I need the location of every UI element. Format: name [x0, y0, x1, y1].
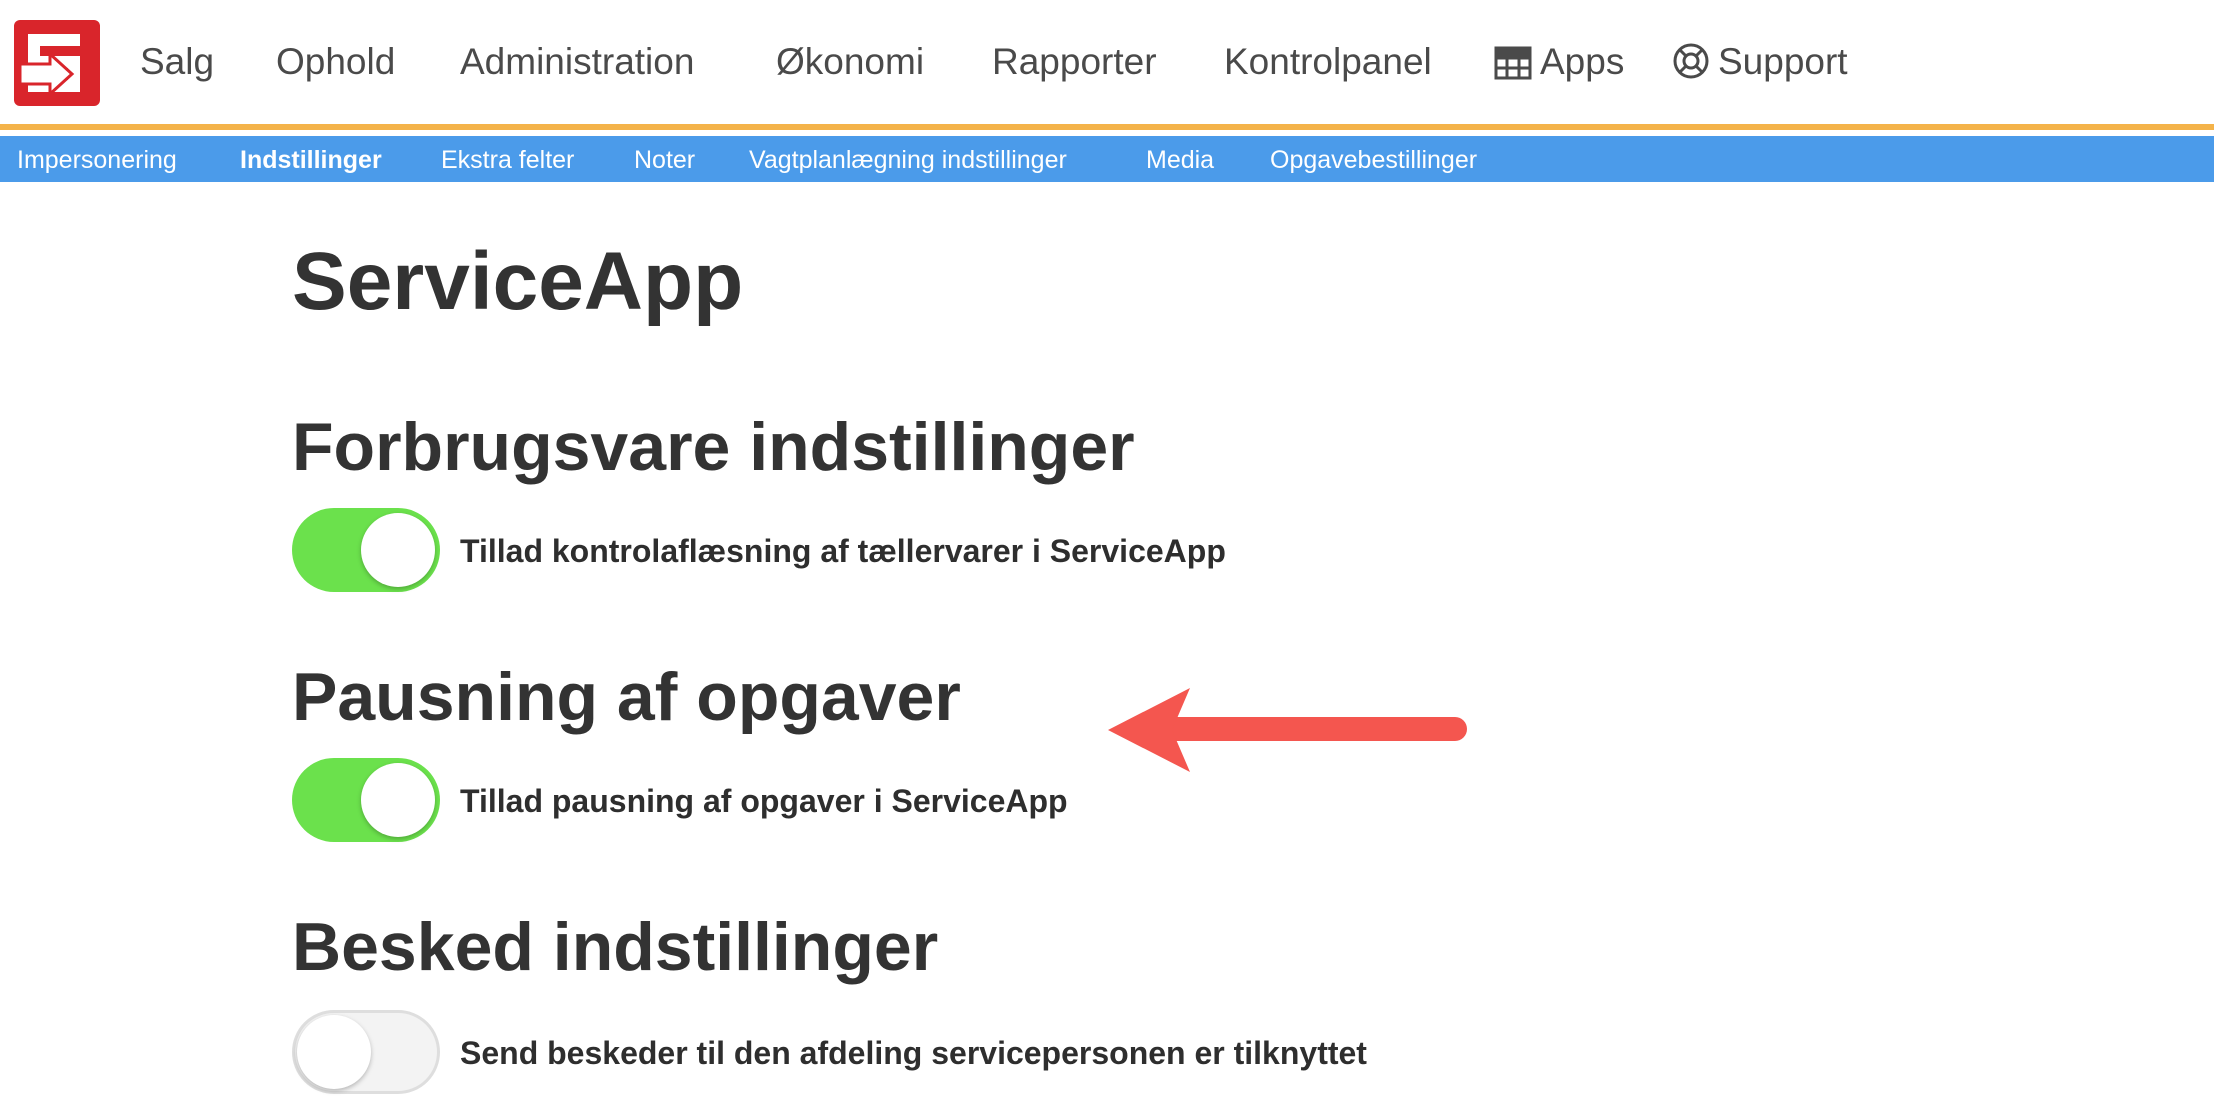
subnav-vagtplanlaegning[interactable]: Vagtplanlægning indstillinger	[749, 145, 1067, 175]
toggle-knob	[297, 1015, 371, 1089]
toggle-besked[interactable]	[292, 1010, 440, 1094]
nav-support[interactable]: Support	[1672, 38, 1848, 86]
subnav-noter[interactable]: Noter	[634, 145, 695, 175]
section-title-pausning: Pausning af opgaver	[292, 659, 961, 735]
subnav-impersonering[interactable]: Impersonering	[17, 145, 177, 175]
subnav-indstillinger[interactable]: Indstillinger	[240, 145, 382, 175]
toggle-knob	[361, 513, 435, 587]
toggle-pausning[interactable]	[292, 758, 440, 842]
subnav-ekstra-felter[interactable]: Ekstra felter	[441, 145, 574, 175]
nav-salg[interactable]: Salg	[140, 38, 214, 86]
sub-navbar: Impersonering Indstillinger Ekstra felte…	[0, 136, 2214, 182]
nav-apps[interactable]: Apps	[1494, 38, 1624, 86]
subnav-media[interactable]: Media	[1146, 145, 1214, 175]
lifebuoy-icon	[1673, 43, 1709, 79]
nav-kontrolpanel[interactable]: Kontrolpanel	[1224, 38, 1432, 86]
annotation-arrow-icon	[1108, 688, 1467, 772]
subnav-opgavebestillinger[interactable]: Opgavebestillinger	[1270, 145, 1477, 175]
toggle-label-besked: Send beskeder til den afdeling servicepe…	[460, 1035, 1367, 1071]
page-title: ServiceApp	[292, 236, 744, 327]
toggle-knob	[361, 763, 435, 837]
nav-ophold[interactable]: Ophold	[276, 38, 395, 86]
nav-okonomi[interactable]: Økonomi	[776, 38, 924, 86]
toggle-forbrugsvare[interactable]	[292, 508, 440, 592]
nav-administration[interactable]: Administration	[460, 38, 694, 86]
section-title-forbrugsvare: Forbrugsvare indstillinger	[292, 409, 1135, 485]
logo[interactable]	[14, 20, 100, 106]
top-navbar: Salg Ophold Administration Økonomi Rappo…	[0, 0, 2214, 130]
nav-support-label: Support	[1718, 41, 1848, 82]
section-title-besked: Besked indstillinger	[292, 909, 939, 985]
logo-icon	[18, 34, 80, 98]
nav-apps-label: Apps	[1540, 41, 1625, 82]
nav-rapporter[interactable]: Rapporter	[992, 38, 1157, 86]
grid-icon	[1494, 46, 1532, 80]
toggle-label-forbrugsvare: Tillad kontrolaflæsning af tællervarer i…	[460, 533, 1226, 569]
toggle-label-pausning: Tillad pausning af opgaver i ServiceApp	[460, 783, 1068, 819]
